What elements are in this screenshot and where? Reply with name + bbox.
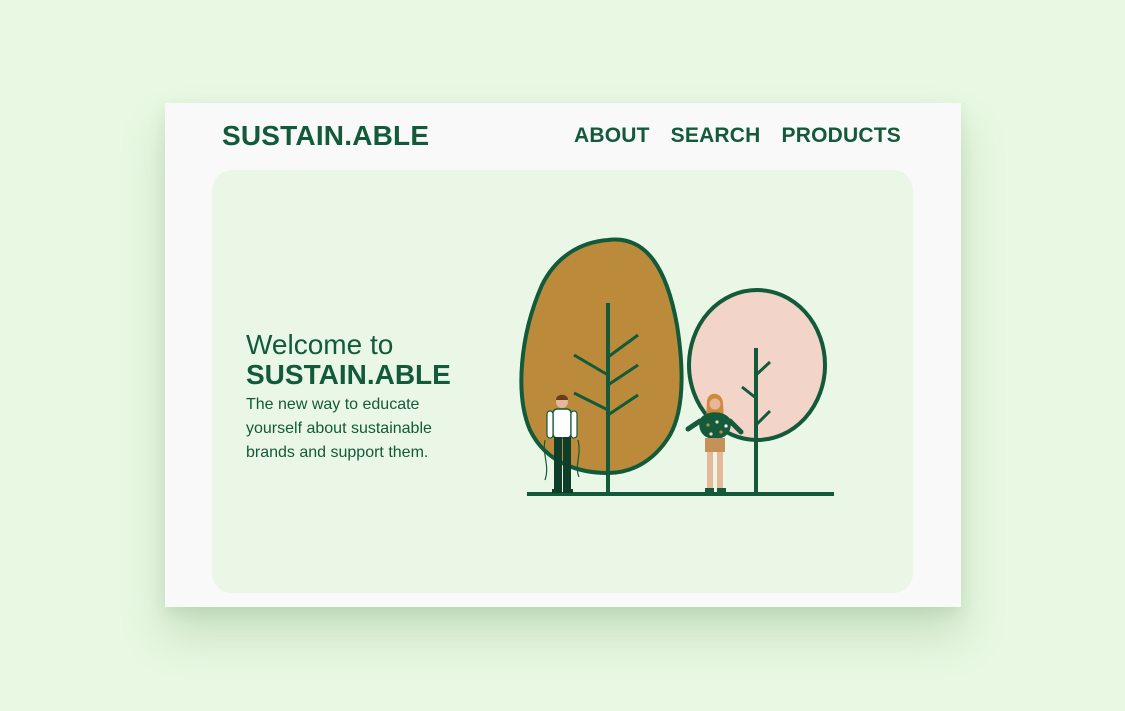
main-nav: ABOUT SEARCH PRODUCTS (574, 124, 901, 148)
landing-page-card: SUSTAIN.ABLE ABOUT SEARCH PRODUCTS Welco… (165, 103, 961, 607)
brand-logo[interactable]: SUSTAIN.ABLE (222, 120, 429, 152)
nav-about-link[interactable]: ABOUT (574, 124, 650, 148)
hero-text: Welcome to SUSTAIN.ABLE The new way to e… (246, 330, 506, 465)
hero-brand-title: SUSTAIN.ABLE (246, 359, 451, 390)
nav-products-link[interactable]: PRODUCTS (782, 124, 901, 148)
hero-tagline: The new way to educate yourself about su… (246, 396, 432, 461)
hero-section: Welcome to SUSTAIN.ABLE The new way to e… (212, 170, 913, 593)
nav-search-link[interactable]: SEARCH (671, 124, 761, 148)
trees-and-people-illustration (519, 237, 834, 496)
hero-welcome: Welcome to (246, 329, 394, 360)
